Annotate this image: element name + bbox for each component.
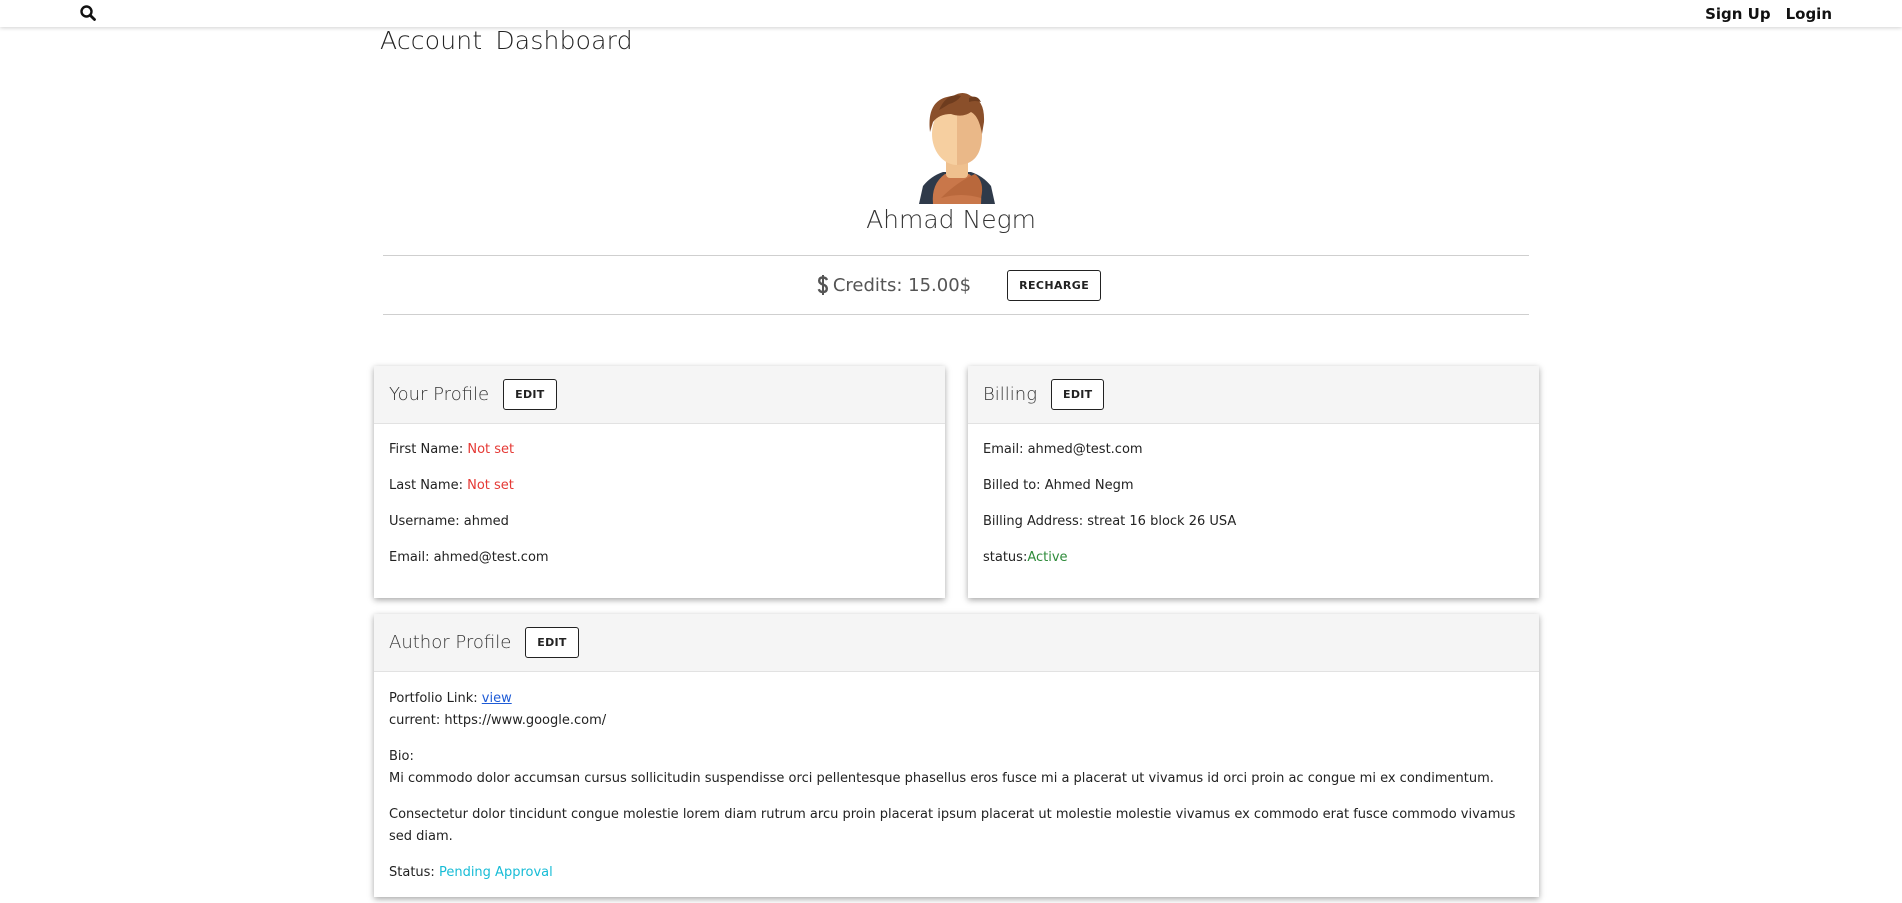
billed-to-label: Billed to: [983, 478, 1041, 493]
billing-status-row: status:Active [983, 550, 1524, 586]
credits-label: Credits: 15.00$ [832, 274, 972, 296]
billed-to-value: Ahmed Negm [1044, 478, 1134, 493]
profile-card-header: Your Profile EDIT [374, 366, 945, 424]
top-navbar: Sign Up Login [0, 0, 1902, 27]
current-url-value: https://www.google.com/ [444, 713, 607, 728]
profile-card-title: Your Profile [389, 384, 490, 405]
billing-card-title: Billing [983, 384, 1037, 405]
profile-email-row: Email: ahmed@test.com [389, 550, 930, 586]
profile-card: Your Profile EDIT First Name: Not set La… [374, 366, 945, 598]
billing-card-body: Email: ahmed@test.com Billed to: Ahmed N… [968, 424, 1539, 586]
profile-card-body: First Name: Not set Last Name: Not set U… [374, 424, 945, 586]
last-name-value: Not set [467, 478, 514, 493]
nav-links: Sign Up Login [1705, 0, 1832, 27]
portfolio-view-link[interactable]: view [482, 691, 512, 706]
recharge-button[interactable]: RECHARGE [1007, 269, 1102, 301]
author-edit-button[interactable]: EDIT [525, 627, 579, 658]
author-card-body: Portfolio Link: view current: https://ww… [374, 672, 1539, 884]
portfolio-row: Portfolio Link: view [389, 688, 1524, 710]
last-name-label: Last Name: [389, 478, 463, 493]
signup-link[interactable]: Sign Up [1705, 5, 1771, 23]
credits-row: Credits: 15.00$ RECHARGE [0, 269, 1902, 301]
bio-paragraph-2: Consectetur dolor tincidunt congue moles… [389, 807, 1516, 844]
divider-bottom [383, 314, 1529, 315]
page-title-word-dashboard: Dashboard [495, 26, 633, 55]
first-name-row: First Name: Not set [389, 442, 930, 478]
current-url-row: current: https://www.google.com/ [389, 710, 1524, 732]
current-url-label: current: [389, 713, 441, 728]
username-value: ahmed [463, 514, 509, 529]
portfolio-label: Portfolio Link: [389, 691, 478, 706]
billing-email-label: Email: [983, 442, 1024, 457]
billing-address-label: Billing Address: [983, 514, 1084, 529]
author-profile-card: Author Profile EDIT Portfolio Link: view… [374, 614, 1539, 897]
username-row: Username: ahmed [389, 514, 930, 550]
author-card-header: Author Profile EDIT [374, 614, 1539, 672]
billed-to-row: Billed to: Ahmed Negm [983, 478, 1524, 514]
author-status-row: Status: Pending Approval [389, 862, 1524, 884]
page-title-word-account: Account [380, 26, 483, 55]
bio-paragraph-1: Mi commodo dolor accumsan cursus sollici… [389, 771, 1494, 786]
billing-edit-button[interactable]: EDIT [1051, 379, 1105, 410]
billing-card: Billing EDIT Email: ahmed@test.com Bille… [968, 366, 1539, 598]
credits-display: Credits: 15.00$ [817, 275, 971, 296]
last-name-row: Last Name: Not set [389, 478, 930, 514]
billing-card-header: Billing EDIT [968, 366, 1539, 424]
billing-address-row: Billing Address: streat 16 block 26 USA [983, 514, 1524, 550]
user-name: Ahmad Negm [866, 205, 1036, 234]
divider-top [383, 255, 1529, 256]
billing-status-label: status: [983, 550, 1028, 565]
billing-status-value: Active [1027, 550, 1068, 565]
page-title: Account Dashboard [380, 26, 633, 55]
author-card-title: Author Profile [389, 632, 512, 653]
first-name-label: First Name: [389, 442, 464, 457]
profile-email-label: Email: [389, 550, 430, 565]
billing-email-value: ahmed@test.com [1027, 442, 1143, 457]
first-name-value: Not set [467, 442, 515, 457]
billing-address-value: streat 16 block 26 USA [1087, 514, 1237, 529]
bio-label: Bio: [389, 749, 414, 764]
billing-email-row: Email: ahmed@test.com [983, 442, 1524, 478]
profile-edit-button[interactable]: EDIT [503, 379, 557, 410]
dollar-icon [817, 275, 828, 295]
author-status-label: Status: [389, 865, 435, 880]
username-label: Username: [389, 514, 460, 529]
user-avatar-icon [919, 93, 995, 204]
author-status-value: Pending Approval [438, 865, 553, 880]
login-link[interactable]: Login [1786, 5, 1832, 23]
search-icon[interactable] [79, 4, 97, 22]
profile-email-value: ahmed@test.com [433, 550, 549, 565]
